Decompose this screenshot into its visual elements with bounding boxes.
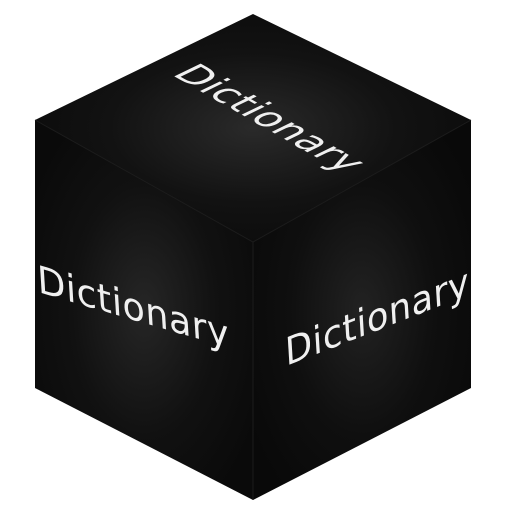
dictionary-cube-scene: Dictionary Dictionary Dictionary	[0, 0, 512, 512]
dictionary-cube: Dictionary Dictionary Dictionary	[34, 14, 472, 500]
